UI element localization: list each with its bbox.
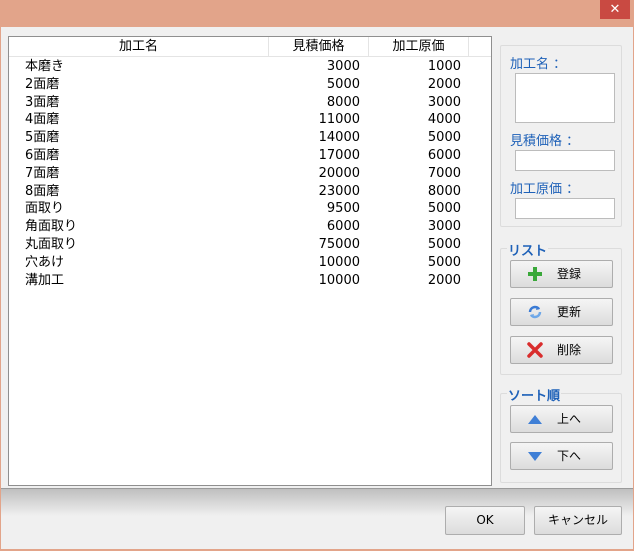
close-icon: ✕ [609,2,621,17]
title-bar: ✕ [0,0,634,26]
list-item[interactable]: 7面磨 20000 7000 [9,165,491,182]
list-item[interactable]: 5面磨 14000 5000 [9,129,491,146]
cell-name: 本磨き [25,59,65,74]
cost-input[interactable] [515,198,615,219]
ok-button[interactable]: OK [445,506,525,535]
delete-x-icon [527,342,543,358]
cell-name: 5面磨 [25,130,60,146]
dialog-button-bar: OK キャンセル [1,488,633,549]
up-arrow-icon [528,415,542,424]
cost-label: 加工原価 ： [510,182,580,197]
column-header-estimate[interactable]: 見積価格 [269,37,369,57]
column-header-cost[interactable]: 加工原価 [369,37,469,57]
cell-estimate: 6000 [326,219,360,235]
close-button[interactable]: ✕ [600,0,630,19]
cell-cost: 4000 [427,112,461,128]
move-down-button[interactable]: 下へ [510,442,613,470]
cell-name: 角面取り [25,219,78,235]
cell-cost: 3000 [427,94,461,110]
list-item[interactable]: 面取り 9500 5000 [9,200,491,217]
list-group: リスト 登録 更新 削除 [500,240,622,375]
cell-name: 3面磨 [25,94,60,110]
cell-cost: 7000 [427,165,461,181]
cell-cost: 8000 [427,183,461,199]
sort-group-title: ソート順 [507,385,562,404]
cell-cost: 5000 [427,237,461,252]
list-item[interactable]: 溝加工 10000 2000 [9,272,491,289]
cell-cost: 2000 [427,76,461,92]
update-label: 更新 [557,305,582,319]
name-label: 加工名 ： [510,57,567,72]
cell-cost: 1000 [427,59,461,74]
cell-name: 穴あけ [25,254,65,270]
cell-cost: 6000 [427,148,461,163]
cell-cost: 5000 [427,201,461,217]
plus-icon [528,267,542,281]
cell-name: 6面磨 [25,148,60,163]
cell-estimate: 20000 [318,165,360,181]
cell-estimate: 17000 [318,148,360,163]
cell-estimate: 10000 [318,254,360,270]
list-item[interactable]: 3面磨 8000 3000 [9,94,491,111]
move-up-button[interactable]: 上へ [510,405,613,433]
cell-cost: 5000 [427,254,461,270]
register-button[interactable]: 登録 [510,260,613,288]
move-down-label: 下へ [557,449,582,463]
register-label: 登録 [557,267,582,281]
cell-name: 4面磨 [25,112,60,128]
list-item[interactable]: 4面磨 11000 4000 [9,111,491,128]
delete-label: 削除 [557,343,582,357]
down-arrow-icon [528,452,542,461]
cell-name: 面取り [25,201,65,217]
list-item[interactable]: 角面取り 6000 3000 [9,218,491,235]
cell-cost: 3000 [427,219,461,235]
list-item[interactable]: 6面磨 17000 6000 [9,147,491,164]
estimate-label: 見積価格 ： [510,134,580,149]
dialog-client: 加工名 見積価格 加工原価 本磨き 3000 1000 2面磨 5000 2000 3面磨 8… [1,27,633,549]
cell-cost: 5000 [427,130,461,146]
sort-group: ソート順 上へ 下へ [500,385,622,483]
cell-name: 2面磨 [25,76,60,92]
list-item[interactable]: 8面磨 23000 8000 [9,183,491,200]
cell-estimate: 8000 [326,94,360,110]
cell-name: 7面磨 [25,165,60,181]
refresh-icon [528,305,542,319]
column-header-name[interactable]: 加工名 [9,37,269,57]
list-group-title: リスト [507,240,549,259]
cell-estimate: 5000 [326,76,360,92]
cell-estimate: 23000 [318,183,360,199]
cell-name: 溝加工 [25,272,65,288]
cell-estimate: 11000 [318,112,360,128]
list-item[interactable]: 2面磨 5000 2000 [9,76,491,93]
cell-estimate: 3000 [326,59,360,74]
cancel-button[interactable]: キャンセル [534,506,622,535]
cell-name: 8面磨 [25,183,60,199]
list-header: 加工名 見積価格 加工原価 [9,37,491,57]
cell-name: 丸面取り [25,237,78,252]
input-group: 加工名 ： 見積価格 ： 加工原価 ： [500,45,622,227]
list-item[interactable]: 丸面取り 75000 5000 [9,236,491,253]
cell-estimate: 14000 [318,130,360,146]
cell-estimate: 10000 [318,272,360,288]
cell-cost: 2000 [427,272,461,288]
cell-estimate: 75000 [318,237,360,252]
delete-button[interactable]: 削除 [510,336,613,364]
cell-estimate: 9500 [326,201,360,217]
process-list[interactable]: 加工名 見積価格 加工原価 本磨き 3000 1000 2面磨 5000 2000 3面磨 8… [8,36,492,486]
list-item[interactable]: 本磨き 3000 1000 [9,58,491,75]
move-up-label: 上へ [557,412,582,426]
estimate-input[interactable] [515,150,615,171]
name-input[interactable] [515,73,615,123]
list-item[interactable]: 穴あけ 10000 5000 [9,254,491,271]
update-button[interactable]: 更新 [510,298,613,326]
